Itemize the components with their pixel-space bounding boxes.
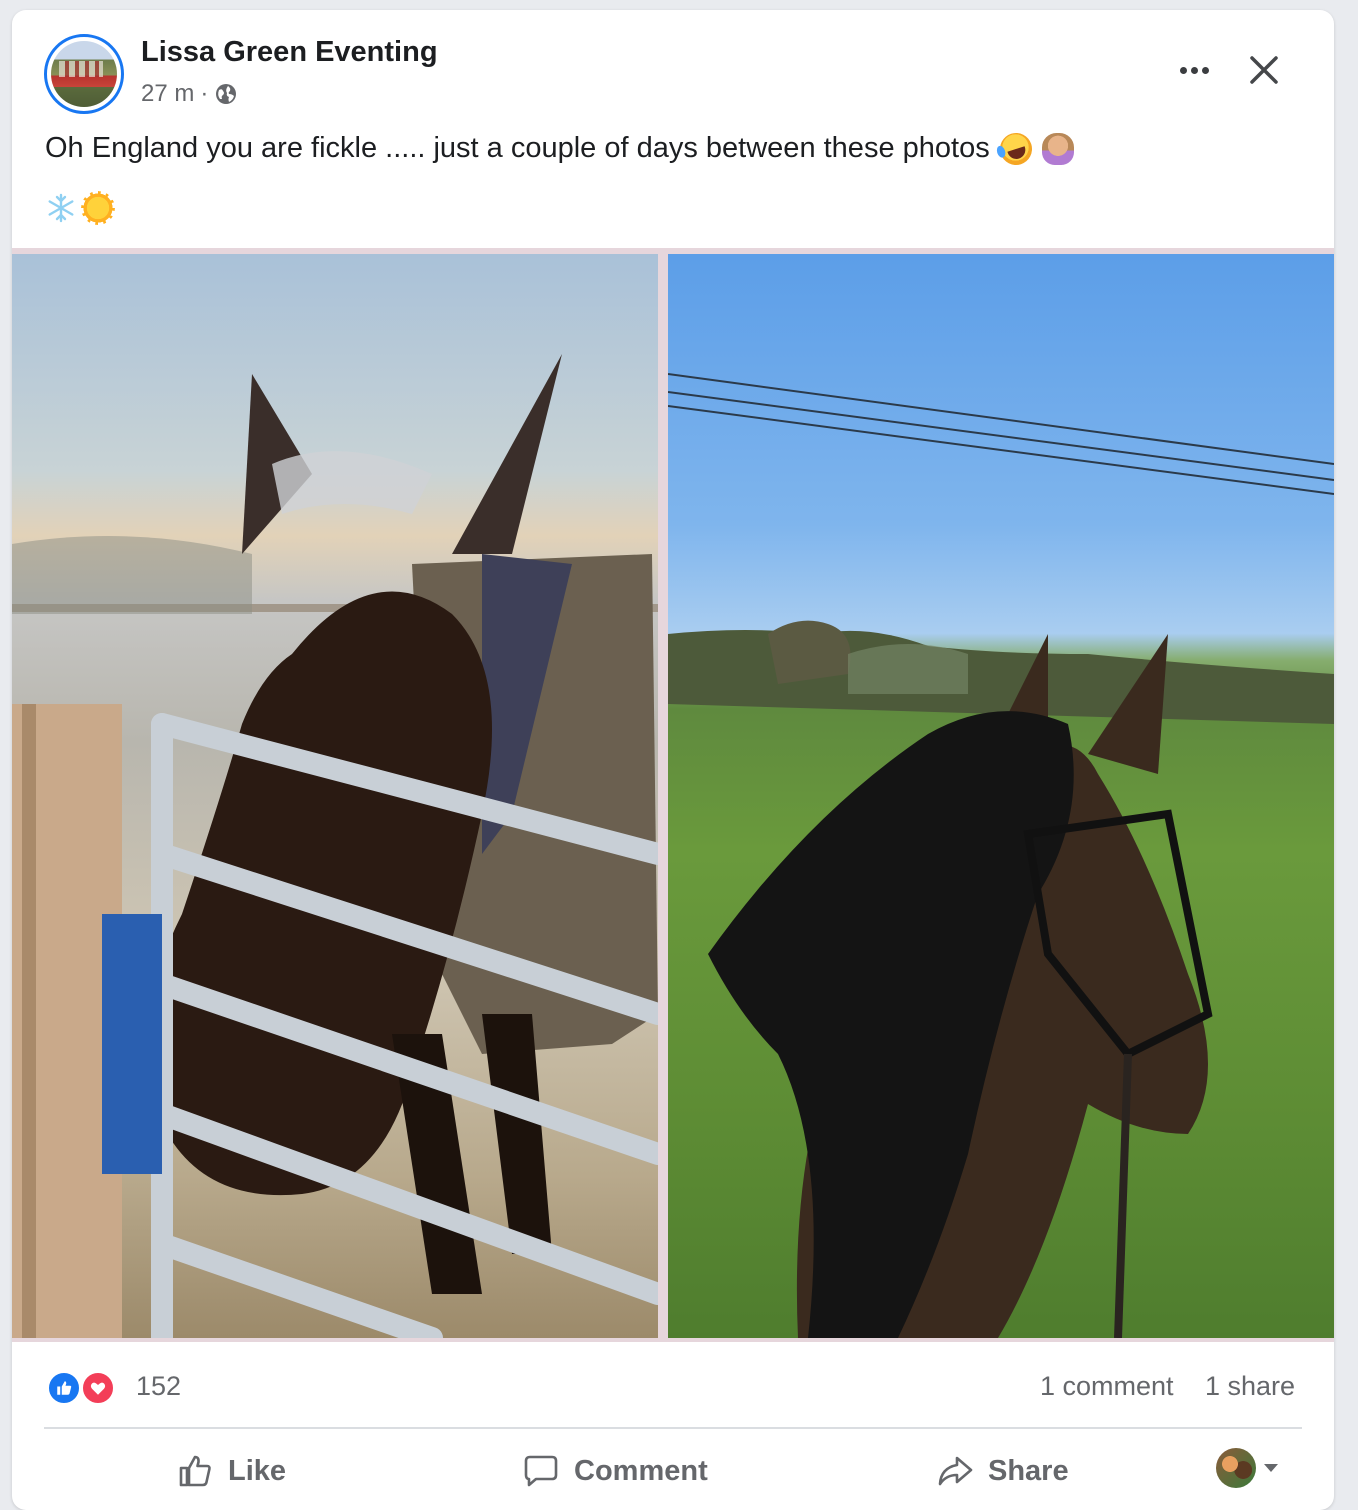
post-message: Oh England you are fickle ..... just a c… [45,128,1074,169]
post-stats: 152 1 comment 1 share [12,1342,1334,1428]
avatar-image [51,41,117,107]
frosty-horse-illustration [12,354,658,1338]
like-reaction-icon[interactable] [47,1371,81,1405]
thumbs-up-icon [179,1455,211,1487]
share-label: Share [988,1454,1069,1487]
post-message-text: Oh England you are fickle ..... just a c… [45,132,990,164]
post-actions: Like Comment Share [12,1430,1334,1510]
page-avatar[interactable] [44,34,124,114]
comment-bubble-icon [524,1455,558,1487]
page-name-link[interactable]: Lissa Green Eventing [141,36,438,69]
globe-icon [216,84,237,104]
like-label: Like [228,1454,287,1487]
comment-label: Comment [574,1454,708,1487]
share-button[interactable]: Share [936,1446,1069,1496]
caret-down-icon [1264,1464,1278,1472]
love-reaction-icon[interactable] [81,1371,115,1405]
meta-separator: · [200,80,209,107]
action-divider [44,1427,1302,1429]
photo-grid [12,248,1334,1342]
reaction-count[interactable]: 152 [136,1371,181,1402]
sunny-horse-illustration [668,373,1334,1338]
sunny-horse-photo[interactable] [668,254,1334,1338]
post-card: Lissa Green Eventing 27 m · Oh England y… [12,10,1334,1510]
close-icon[interactable] [1244,50,1284,90]
comment-button[interactable]: Comment [522,1446,708,1496]
post-message-emoji-line [45,191,115,225]
post-meta: 27 m · [141,80,238,108]
frosty-horse-photo[interactable] [12,254,658,1338]
more-options-icon[interactable] [1172,52,1216,88]
post-time[interactable]: 27 m [141,80,194,108]
facepalm-emoji [1041,132,1074,165]
post-header: Lissa Green Eventing 27 m · [12,10,1334,120]
rolling-on-floor-laughing-emoji [995,128,1036,169]
sun-emoji [81,191,115,225]
comment-count-link[interactable]: 1 comment [1040,1371,1174,1402]
profile-avatar [1216,1448,1256,1488]
share-count-link[interactable]: 1 share [1205,1371,1295,1402]
react-as-selector[interactable] [1216,1448,1278,1488]
snowflake-emoji [48,193,74,223]
like-button[interactable]: Like [176,1446,286,1496]
share-arrow-icon [938,1456,973,1486]
